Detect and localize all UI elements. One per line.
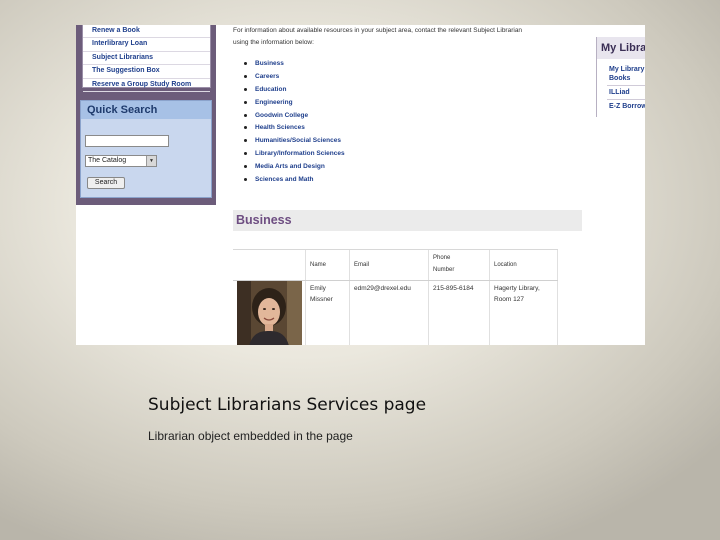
cell-phone: 215-895-6184: [433, 285, 474, 292]
subject-link-media-arts[interactable]: Media Arts and Design: [244, 161, 345, 174]
subject-link-health[interactable]: Health Sciences: [244, 122, 345, 135]
cell-location: Hagerty Library, Room 127: [494, 285, 540, 303]
section-heading: Business: [233, 210, 582, 231]
illiad-link[interactable]: ILLiad: [597, 88, 645, 97]
cell-email[interactable]: edm29@drexel.edu: [354, 283, 411, 294]
link-reserve-study-room[interactable]: Reserve a Group Study Room: [83, 79, 210, 92]
quick-search-panel: Quick Search The Catalog ▼ Search: [80, 100, 212, 198]
slide-subtitle: Librarian object embedded in the page: [148, 429, 353, 443]
ez-borrow-link[interactable]: E-Z Borrow: [597, 102, 645, 111]
link-interlibrary-loan[interactable]: Interlibrary Loan: [83, 38, 210, 52]
column-divider: [305, 250, 306, 345]
subject-link-humanities[interactable]: Humanities/Social Sciences: [244, 135, 345, 148]
librarian-table: Name Email Phone Number Location Emily M…: [233, 249, 558, 345]
intro-line-2: using the information below:: [233, 39, 314, 46]
quick-links: Renew a Book Interlibrary Loan Subject L…: [82, 25, 211, 92]
search-button[interactable]: Search: [87, 177, 125, 189]
column-divider: [428, 250, 429, 345]
header-email: Email: [354, 262, 370, 268]
subject-link-business[interactable]: Business: [244, 58, 345, 71]
subject-link-careers[interactable]: Careers: [244, 71, 345, 84]
intro-text: For information about available resource…: [233, 25, 583, 49]
my-library-panel: My Library My Library Books ILLiad E-Z B…: [596, 37, 645, 117]
librarian-photo: [237, 281, 302, 345]
intro-line-1: For information about available resource…: [233, 27, 523, 34]
catalog-select[interactable]: The Catalog ▼: [85, 155, 157, 167]
books-link[interactable]: Books: [597, 74, 645, 83]
header-name: Name: [310, 262, 327, 268]
quick-search-title: Quick Search: [81, 101, 211, 119]
subject-list: Business Careers Education Engineering G…: [244, 58, 345, 187]
my-library-title: My Library: [597, 37, 645, 59]
subject-link-education[interactable]: Education: [244, 84, 345, 97]
embedded-screenshot: Renew a Book Interlibrary Loan Subject L…: [76, 25, 645, 345]
link-renew-book[interactable]: Renew a Book: [83, 25, 210, 39]
subject-link-engineering[interactable]: Engineering: [244, 97, 345, 110]
search-input[interactable]: [85, 135, 169, 147]
divider: [607, 99, 645, 100]
subject-link-library-info[interactable]: Library/Information Sciences: [244, 148, 345, 161]
cell-name: Emily Missner: [310, 285, 333, 303]
divider: [607, 85, 645, 86]
column-divider: [557, 250, 558, 345]
link-subject-librarians[interactable]: Subject Librarians: [83, 52, 210, 66]
header-location: Location: [494, 262, 517, 268]
subject-link-goodwin[interactable]: Goodwin College: [244, 110, 345, 123]
subject-link-sciences[interactable]: Sciences and Math: [244, 174, 345, 187]
column-divider: [349, 250, 350, 345]
catalog-select-value: The Catalog: [88, 157, 127, 164]
chevron-down-icon: ▼: [146, 156, 156, 166]
link-suggestion-box[interactable]: The Suggestion Box: [83, 65, 210, 79]
column-divider: [489, 250, 490, 345]
header-phone: Phone Number: [433, 255, 455, 273]
slide-title: Subject Librarians Services page: [148, 395, 427, 415]
my-library-link[interactable]: My Library: [597, 65, 645, 74]
left-sidebar: Renew a Book Interlibrary Loan Subject L…: [76, 25, 216, 205]
